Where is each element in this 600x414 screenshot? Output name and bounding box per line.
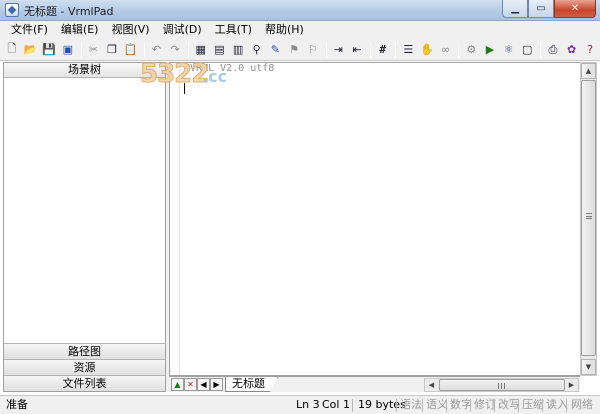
status-separator [470,399,471,412]
window-layout-icon[interactable]: ▦ [192,41,210,59]
find-binoculars-icon[interactable]: ⚲ [248,41,266,59]
close-button[interactable]: ✕ [554,0,596,18]
minimize-button[interactable]: ▁ [502,0,528,18]
scroll-right-icon[interactable]: ▶ [565,379,578,391]
toolbar: 🗋 📂 💾 ▣ ✂ ❐ 📋 ↶ ↷ ▦ ▤ ▥ ⚲ ✎ ⚑ ⚐ ⇥ ⇤ # ☰ … [0,39,600,61]
scroll-down-icon[interactable]: ▼ [581,359,596,375]
outdent-icon[interactable]: ⇤ [348,41,366,59]
scroll-up-icon[interactable]: ▲ [581,63,596,79]
toolbar-separator [325,41,327,58]
menu-debug[interactable]: 调试(D) [158,22,207,38]
menu-help[interactable]: 帮助(H) [260,22,309,38]
scroll-left-icon[interactable]: ◀ [425,379,438,391]
horizontal-scroll-thumb[interactable] [439,379,565,391]
status-separator [518,399,519,412]
redo-icon[interactable]: ↷ [166,41,184,59]
save-icon[interactable]: 💾 [40,41,58,59]
status-separator [494,399,495,412]
document-list-icon[interactable]: ☰ [399,41,417,59]
compile-icon[interactable]: ⚙ [462,41,480,59]
editor-gutter [170,63,180,375]
status-column: Col 1 [322,398,350,411]
status-separator [542,399,543,412]
toolbar-separator [395,41,397,58]
bookmark-toggle-icon[interactable]: ⚑ [285,41,303,59]
code-editor[interactable]: #VRML V2.0 utf8 [169,62,580,376]
path-map-button[interactable]: 路径图 [4,343,165,359]
toolbar-separator [143,41,145,58]
indent-icon[interactable]: ⇥ [330,41,348,59]
tab-prev-icon[interactable]: ◀ [197,378,210,391]
open-folder-icon[interactable]: 📂 [22,41,40,59]
grip-icon [586,213,592,219]
tab-add-icon[interactable]: ▲ [171,378,184,391]
toolbar-separator [80,41,82,58]
toolbar-separator [369,41,371,58]
toolbar-separator [458,41,460,58]
tab-close-icon[interactable]: ✕ [184,378,197,391]
tab-next-icon[interactable]: ▶ [210,378,223,391]
code-line: #VRML V2.0 utf8 [184,63,275,74]
status-line: Ln 3 [296,398,320,411]
menu-edit[interactable]: 编辑(E) [56,22,104,38]
menu-file[interactable]: 文件(F) [6,22,53,38]
menu-tools[interactable]: 工具(T) [210,22,257,38]
monitor-icon[interactable]: ▢ [518,41,536,59]
status-separator [566,399,567,412]
status-separator [446,399,447,412]
copy-icon[interactable]: ❐ [103,41,121,59]
horizontal-scrollbar[interactable]: ◀ ▶ [424,378,579,392]
window-controls: ▁ ▭ ✕ [502,0,596,18]
file-list-button[interactable]: 文件列表 [4,375,165,391]
save-all-icon[interactable]: ▣ [59,41,77,59]
pencil-icon[interactable]: ✎ [267,41,285,59]
toolbar-separator [540,41,542,58]
scene-tree-header[interactable]: 场景树 [4,63,165,78]
vertical-scroll-thumb[interactable] [581,80,596,356]
cut-icon[interactable]: ✂ [85,41,103,59]
left-panel: 场景树 路径图 资源 文件列表 [3,62,166,392]
toolbar-separator [187,41,189,58]
paste-icon[interactable]: 📋 [122,41,140,59]
title-bar: 无标题 - VrmlPad ▁ ▭ ✕ [0,0,600,21]
split-view-icon[interactable]: ▤ [211,41,229,59]
print-icon[interactable]: ⎙ [544,41,562,59]
help-icon[interactable]: ? [581,41,599,59]
window-title: 无标题 - VrmlPad [24,5,114,18]
status-network: 网络 [571,398,593,411]
glasses-icon[interactable]: ∞ [437,41,455,59]
color-palette-icon[interactable]: ✿ [563,41,581,59]
document-tab-strip: ▲ ✕ ◀ ▶ 无标题 ◀ ▶ [169,376,580,392]
scene-tree[interactable] [4,78,165,343]
menu-view[interactable]: 视图(V) [106,22,154,38]
status-separator [422,399,423,412]
panel-tabs: 路径图 资源 文件列表 [4,343,165,391]
new-file-icon[interactable]: 🗋 [3,41,21,59]
app-icon[interactable] [5,3,19,17]
preview-window-icon[interactable]: ▥ [229,41,247,59]
tab-untitled[interactable]: 无标题 [225,377,278,392]
bookmark-clear-icon[interactable]: ⚐ [304,41,322,59]
maximize-button[interactable]: ▭ [528,0,554,18]
status-bar: 准备 Ln 3 Col 1 19 bytes 语法 语义 数字 修订 改写 压缩… [0,395,600,414]
hand-icon[interactable]: ✋ [418,41,436,59]
debug-icon[interactable]: ⚛ [500,41,518,59]
resources-button[interactable]: 资源 [4,359,165,375]
text-caret [184,83,185,94]
status-separator [352,399,353,412]
vertical-scrollbar[interactable]: ▲ ▼ [580,62,597,376]
grip-icon [498,383,505,389]
run-icon[interactable]: ▶ [481,41,499,59]
comment-hash-icon[interactable]: # [374,41,392,59]
status-separator [396,399,397,412]
status-ready: 准备 [6,398,28,411]
status-syntax: 语法 [400,398,422,411]
menu-bar: 文件(F) 编辑(E) 视图(V) 调试(D) 工具(T) 帮助(H) [0,21,600,39]
undo-icon[interactable]: ↶ [148,41,166,59]
